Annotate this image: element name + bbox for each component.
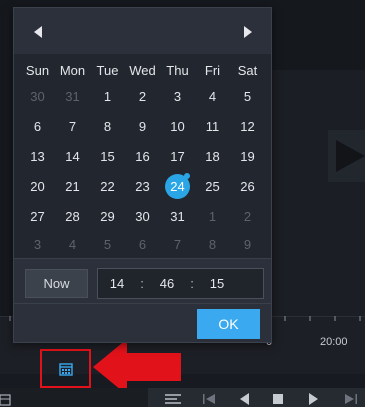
calendar-day-outside[interactable]: 3 xyxy=(20,232,55,256)
calendar-week: 3 4 5 6 7 8 9 xyxy=(20,232,265,256)
skip-back-icon[interactable] xyxy=(202,391,216,407)
calendar-day[interactable]: 16 xyxy=(125,144,160,168)
calendar-day[interactable]: 22 xyxy=(90,174,125,199)
calendar-day[interactable]: 14 xyxy=(55,144,90,168)
today-marker xyxy=(184,173,190,179)
time-input[interactable]: 14 : 46 : 15 xyxy=(97,268,264,299)
play-reverse-icon[interactable] xyxy=(238,391,250,407)
calendar-day[interactable]: 13 xyxy=(20,144,55,168)
calendar-day-outside[interactable]: 4 xyxy=(55,232,90,256)
calendar-day[interactable]: 15 xyxy=(90,144,125,168)
weekday-label: Sun xyxy=(25,62,50,78)
hour-field[interactable]: 14 xyxy=(100,276,134,291)
timeline-label: 20:00 xyxy=(320,336,348,348)
calendar-day-outside[interactable]: 7 xyxy=(160,232,195,256)
calendar-day[interactable]: 6 xyxy=(20,114,55,138)
calendar-day[interactable]: 8 xyxy=(90,114,125,138)
calendar-day[interactable]: 20 xyxy=(20,174,55,199)
second-field[interactable]: 15 xyxy=(200,276,234,291)
weekday-header: Sun Mon Tue Wed Thu Fri Sat xyxy=(20,58,265,82)
calendar-day-outside[interactable]: 31 xyxy=(55,84,90,108)
calendar-day-selected[interactable]: 24 xyxy=(160,173,195,199)
calendar-day[interactable]: 26 xyxy=(230,174,265,199)
calendar-day-outside[interactable]: 6 xyxy=(125,232,160,256)
weekday-label: Wed xyxy=(129,62,156,78)
calendar-day[interactable]: 23 xyxy=(125,174,160,199)
next-month-button[interactable] xyxy=(238,22,258,42)
time-row: Now 14 : 46 : 15 xyxy=(14,258,271,303)
stop-icon[interactable] xyxy=(272,391,284,407)
picker-footer: OK xyxy=(14,303,271,342)
calendar-day[interactable]: 5 xyxy=(230,84,265,108)
now-button[interactable]: Now xyxy=(25,269,88,298)
calendar-day-outside[interactable]: 8 xyxy=(195,232,230,256)
calendar-day[interactable]: 28 xyxy=(55,204,90,228)
month-navigation xyxy=(14,8,271,54)
calendar-week: 13 14 15 16 17 18 19 xyxy=(20,144,265,168)
calendar-week: 30 31 1 2 3 4 5 xyxy=(20,84,265,108)
calendar-day[interactable]: 25 xyxy=(195,174,230,199)
calendar-day[interactable]: 21 xyxy=(55,174,90,199)
calendar-week: 6 7 8 9 10 11 12 xyxy=(20,114,265,138)
calendar-day[interactable]: 17 xyxy=(160,144,195,168)
skip-forward-icon[interactable] xyxy=(344,391,358,407)
calendar-day-outside[interactable]: 1 xyxy=(195,204,230,228)
calendar-day[interactable]: 10 xyxy=(160,114,195,138)
calendar-day[interactable]: 1 xyxy=(90,84,125,108)
minute-field[interactable]: 46 xyxy=(150,276,184,291)
prev-month-button[interactable] xyxy=(28,22,48,42)
calendar-day[interactable]: 29 xyxy=(90,204,125,228)
calendar-day[interactable]: 18 xyxy=(195,144,230,168)
weekday-label: Thu xyxy=(166,62,189,78)
calendar-day[interactable]: 27 xyxy=(20,204,55,228)
triangle-left-icon xyxy=(34,26,42,38)
calendar-day-outside[interactable]: 9 xyxy=(230,232,265,256)
weekday-label: Sat xyxy=(237,62,258,78)
weekday-label: Tue xyxy=(96,62,119,78)
calendar-button[interactable] xyxy=(40,349,91,388)
calendar-day[interactable]: 4 xyxy=(195,84,230,108)
play-logo-icon xyxy=(328,130,365,182)
weekday-label: Mon xyxy=(59,62,86,78)
time-separator: : xyxy=(190,276,194,291)
calendar-day[interactable]: 19 xyxy=(230,144,265,168)
calendar-week: 27 28 29 30 31 1 2 xyxy=(20,204,265,228)
calendar-day[interactable]: 3 xyxy=(160,84,195,108)
track-icon[interactable] xyxy=(164,391,182,407)
grid-icon[interactable] xyxy=(0,391,12,407)
calendar-icon xyxy=(58,362,73,376)
calendar-day[interactable]: 11 xyxy=(195,114,230,138)
calendar-day[interactable]: 2 xyxy=(125,84,160,108)
calendar-day[interactable]: 9 xyxy=(125,114,160,138)
play-icon[interactable] xyxy=(308,391,320,407)
calendar-day-outside[interactable]: 5 xyxy=(90,232,125,256)
calendar-day[interactable]: 7 xyxy=(55,114,90,138)
calendar-grid: Sun Mon Tue Wed Thu Fri Sat 30 31 1 2 3 … xyxy=(14,54,271,258)
calendar-day[interactable]: 30 xyxy=(125,204,160,228)
weekday-label: Fri xyxy=(204,62,221,78)
calendar-day-outside[interactable]: 30 xyxy=(20,84,55,108)
time-separator: : xyxy=(140,276,144,291)
video-tile xyxy=(272,70,365,320)
calendar-day[interactable]: 12 xyxy=(230,114,265,138)
ok-button[interactable]: OK xyxy=(197,309,260,339)
red-arrow-icon xyxy=(93,339,181,395)
calendar-week: 20 21 22 23 24 25 26 xyxy=(20,173,265,199)
calendar-day[interactable]: 31 xyxy=(160,204,195,228)
triangle-right-icon xyxy=(244,26,252,38)
calendar-day-outside[interactable]: 2 xyxy=(230,204,265,228)
datetime-picker: Sun Mon Tue Wed Thu Fri Sat 30 31 1 2 3 … xyxy=(13,7,272,343)
